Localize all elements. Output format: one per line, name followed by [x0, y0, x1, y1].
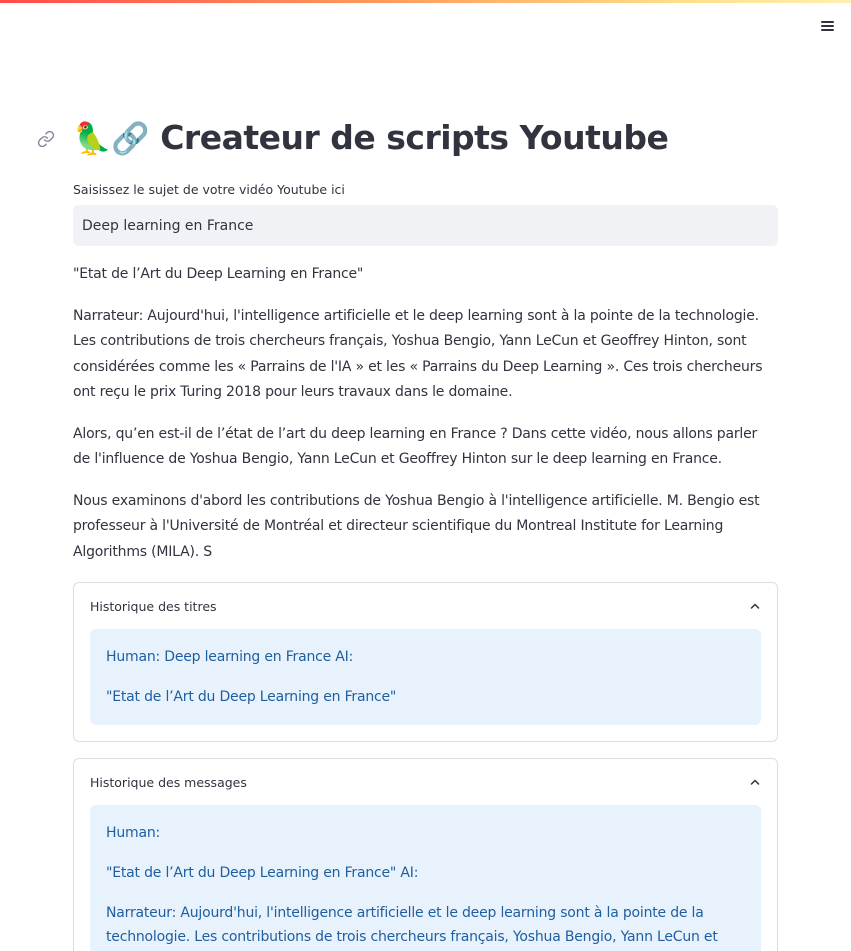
title-history-content: Human: Deep learning en France AI: "Etat… [90, 629, 761, 725]
title-history-label: Historique des titres [90, 598, 217, 614]
hamburger-menu-icon[interactable] [817, 16, 837, 34]
page-title: 🦜🔗 Createur de scripts Youtube [73, 110, 778, 166]
message-history-label: Historique des messages [90, 774, 247, 790]
title-emoji: 🦜🔗 [73, 121, 150, 157]
link-icon[interactable] [37, 130, 55, 148]
generated-title: "Etat de l’Art du Deep Learning en Franc… [73, 266, 364, 282]
message-history-line-1: Human: [106, 825, 161, 841]
message-history-content: Human: "Etat de l’Art du Deep Learning e… [90, 805, 761, 951]
script-paragraph-1: Narrateur: Aujourd'hui, l'intelligence a… [73, 307, 763, 401]
script-paragraph-3: Nous examinons d'abord les contributions… [73, 492, 760, 560]
title-history-expander: Historique des titres Human: Deep learni… [73, 582, 778, 742]
chevron-up-icon [750, 603, 760, 609]
chevron-up-icon [750, 779, 760, 785]
message-history-expander: Historique des messages Human: "Etat de … [73, 758, 778, 951]
title-history-line-1: Human: Deep learning en France AI: [106, 649, 354, 665]
message-history-line-3: Narrateur: Aujourd'hui, l'intelligence a… [106, 905, 718, 945]
title-history-line-2: "Etat de l’Art du Deep Learning en Franc… [106, 689, 397, 705]
main-content: 🦜🔗 Createur de scripts Youtube Saisissez… [73, 110, 778, 951]
script-paragraph-2: Alors, qu’en est-il de l’état de l’art d… [73, 425, 758, 468]
topic-input[interactable] [73, 205, 778, 246]
topic-input-label: Saisissez le sujet de votre vidéo Youtub… [73, 182, 345, 197]
top-decoration-bar [0, 0, 851, 3]
message-history-line-2: "Etat de l’Art du Deep Learning en Franc… [106, 865, 419, 881]
title-history-header[interactable]: Historique des titres [74, 583, 777, 629]
page-title-text: Createur de scripts Youtube [160, 118, 669, 157]
message-history-header[interactable]: Historique des messages [74, 759, 777, 805]
